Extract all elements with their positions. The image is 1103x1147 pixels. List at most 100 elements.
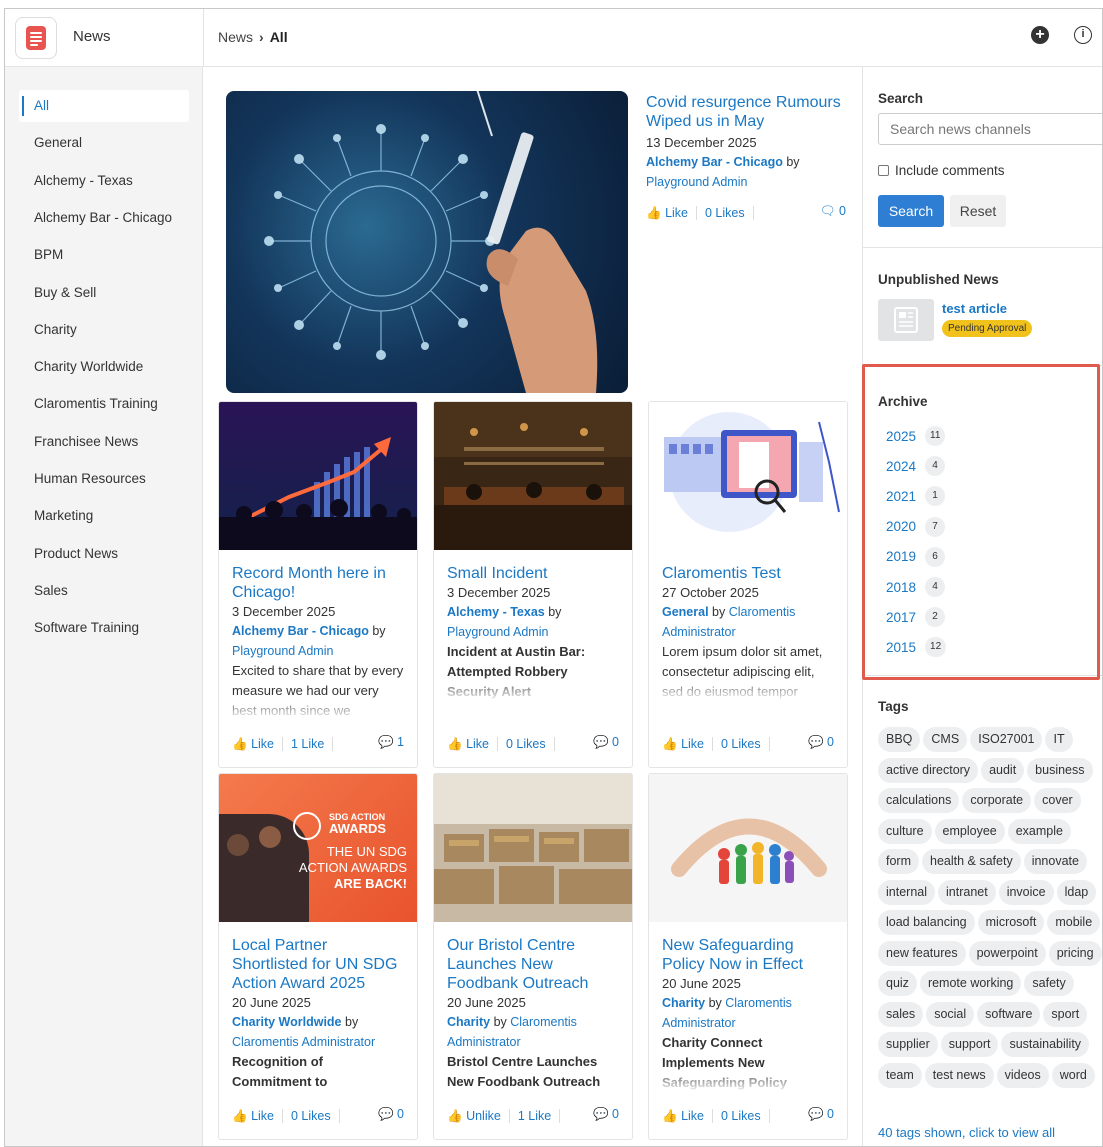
comment-count[interactable]: 0 [827, 1107, 834, 1121]
archive-year-link[interactable]: 2020 [886, 519, 916, 534]
tag-internal[interactable]: internal [878, 879, 935, 905]
card-image[interactable] [649, 402, 847, 550]
news-card[interactable]: SDG ACTION AWARDS THE UN SDG ACTION AWARDS A… [218, 773, 418, 1140]
tag-word[interactable]: word [1051, 1062, 1095, 1088]
author-link[interactable]: Playground Admin [646, 175, 747, 189]
news-app-icon[interactable] [15, 17, 57, 59]
tag-sport[interactable]: sport [1043, 1001, 1088, 1027]
add-icon[interactable]: + [1031, 26, 1049, 44]
breadcrumb-parent[interactable]: News [218, 29, 253, 45]
author-link[interactable]: Claromentis Administrator [232, 1035, 375, 1049]
sidebar-item-bpm[interactable]: BPM [19, 239, 189, 271]
card-title[interactable]: Small Incident [447, 564, 619, 583]
tag-microsoft[interactable]: microsoft [977, 910, 1045, 935]
likes-count[interactable]: 0 Likes [291, 1109, 331, 1123]
sidebar-item-charity[interactable]: Charity [19, 314, 189, 346]
tag-test-news[interactable]: test news [924, 1062, 994, 1088]
tag-software[interactable]: software [977, 1001, 1041, 1027]
archive-year-link[interactable]: 2017 [886, 610, 916, 625]
tag-social[interactable]: social [926, 1001, 975, 1027]
tag-supplier[interactable]: supplier [878, 1032, 938, 1057]
comment-count[interactable]: 0 [397, 1107, 404, 1121]
tag-example[interactable]: example [1007, 818, 1071, 844]
archive-year-link[interactable]: 2015 [886, 640, 916, 655]
tag-bbq[interactable]: BBQ [878, 727, 921, 752]
article-placeholder-icon[interactable] [878, 299, 934, 341]
tag-new-features[interactable]: new features [878, 940, 966, 966]
tag-innovate[interactable]: innovate [1023, 849, 1087, 874]
channel-link[interactable]: Alchemy Bar - Chicago [646, 155, 783, 169]
archive-year-2015[interactable]: 2015 12 [886, 637, 947, 658]
like-button[interactable]: Like [665, 206, 688, 220]
sidebar-item-alchemy-texas[interactable]: Alchemy - Texas [19, 165, 189, 197]
tag-team[interactable]: team [878, 1062, 922, 1088]
card-image[interactable] [434, 774, 632, 922]
tag-remote-working[interactable]: remote working [919, 971, 1022, 996]
channel-link[interactable]: Charity Worldwide [232, 1015, 342, 1029]
tag-invoice[interactable]: invoice [998, 879, 1054, 905]
channel-link[interactable]: General [662, 605, 709, 619]
checkbox-icon[interactable] [878, 165, 889, 176]
tag-it[interactable]: IT [1045, 727, 1073, 752]
comment-count[interactable]: 0 [612, 1107, 619, 1121]
featured-article-image[interactable] [226, 91, 628, 393]
like-button[interactable]: Like [251, 1109, 274, 1123]
sidebar-item-human-resources[interactable]: Human Resources [19, 463, 189, 495]
tag-audit[interactable]: audit [981, 757, 1025, 783]
tag-powerpoint[interactable]: powerpoint [968, 940, 1046, 966]
channel-link[interactable]: Alchemy - Texas [447, 605, 545, 619]
reset-button[interactable]: Reset [950, 195, 1006, 227]
tag-sales[interactable]: sales [878, 1001, 924, 1027]
sidebar-item-franchisee-news[interactable]: Franchisee News [19, 426, 189, 458]
tag-employee[interactable]: employee [934, 818, 1005, 844]
comment-count[interactable]: 1 [397, 735, 404, 749]
card-title[interactable]: Local Partner Shortlisted for UN SDG Act… [232, 936, 404, 993]
archive-year-2024[interactable]: 2024 4 [886, 456, 946, 477]
tag-videos[interactable]: videos [996, 1062, 1049, 1088]
archive-year-link[interactable]: 2018 [886, 580, 916, 595]
like-button[interactable]: Like [681, 737, 704, 751]
archive-year-link[interactable]: 2025 [886, 429, 916, 444]
sidebar-item-software-training[interactable]: Software Training [19, 612, 189, 644]
archive-year-2018[interactable]: 2018 4 [886, 577, 946, 597]
archive-year-link[interactable]: 2021 [886, 489, 916, 504]
tag-culture[interactable]: culture [878, 818, 932, 844]
likes-count[interactable]: 0 Likes [721, 737, 761, 751]
like-button[interactable]: Like [251, 737, 274, 751]
likes-count[interactable]: 0 Likes [705, 206, 745, 220]
channel-link[interactable]: Charity [447, 1015, 490, 1029]
tag-quiz[interactable]: quiz [878, 971, 917, 996]
tag-intranet[interactable]: intranet [938, 879, 996, 905]
search-button[interactable]: Search [878, 195, 944, 227]
card-title[interactable]: Claromentis Test [662, 564, 834, 583]
news-card[interactable]: Our Bristol Centre Launches New Foodbank… [433, 773, 633, 1140]
sidebar-item-marketing[interactable]: Marketing [19, 500, 189, 532]
tag-support[interactable]: support [940, 1032, 999, 1057]
card-title[interactable]: Our Bristol Centre Launches New Foodbank… [447, 936, 619, 993]
card-image[interactable] [219, 402, 417, 550]
tag-load-balancing[interactable]: load balancing [878, 910, 975, 935]
archive-year-2025[interactable]: 2025 11 [886, 426, 946, 446]
tag-calculations[interactable]: calculations [878, 788, 960, 813]
tag-cover[interactable]: cover [1034, 788, 1081, 813]
tag-business[interactable]: business [1027, 757, 1093, 783]
featured-title[interactable]: Covid resurgence Rumours Wiped us in May [646, 93, 846, 131]
likes-count[interactable]: 1 Like [518, 1109, 551, 1123]
card-image[interactable] [434, 402, 632, 550]
news-card[interactable]: Record Month here in Chicago! 3 December … [218, 401, 418, 768]
tag-safety[interactable]: safety [1024, 971, 1074, 996]
tag-health-safety[interactable]: health & safety [922, 849, 1021, 874]
like-button[interactable]: Like [466, 737, 489, 751]
archive-year-2020[interactable]: 2020 7 [886, 516, 946, 537]
comment-count[interactable]: 0 [827, 735, 834, 749]
tag-form[interactable]: form [878, 849, 919, 874]
likes-count[interactable]: 0 Likes [721, 1109, 761, 1123]
sidebar-item-claromentis-training[interactable]: Claromentis Training [19, 388, 189, 420]
sidebar-item-buy-sell[interactable]: Buy & Sell [19, 277, 189, 309]
tag-cms[interactable]: CMS [923, 727, 968, 752]
news-card[interactable]: New Safeguarding Policy Now in Effect 20 … [648, 773, 848, 1140]
channel-link[interactable]: Charity [662, 996, 705, 1010]
tag-pricing[interactable]: pricing [1048, 940, 1102, 966]
archive-year-2021[interactable]: 2021 1 [886, 486, 946, 507]
card-title[interactable]: New Safeguarding Policy Now in Effect [662, 936, 834, 974]
